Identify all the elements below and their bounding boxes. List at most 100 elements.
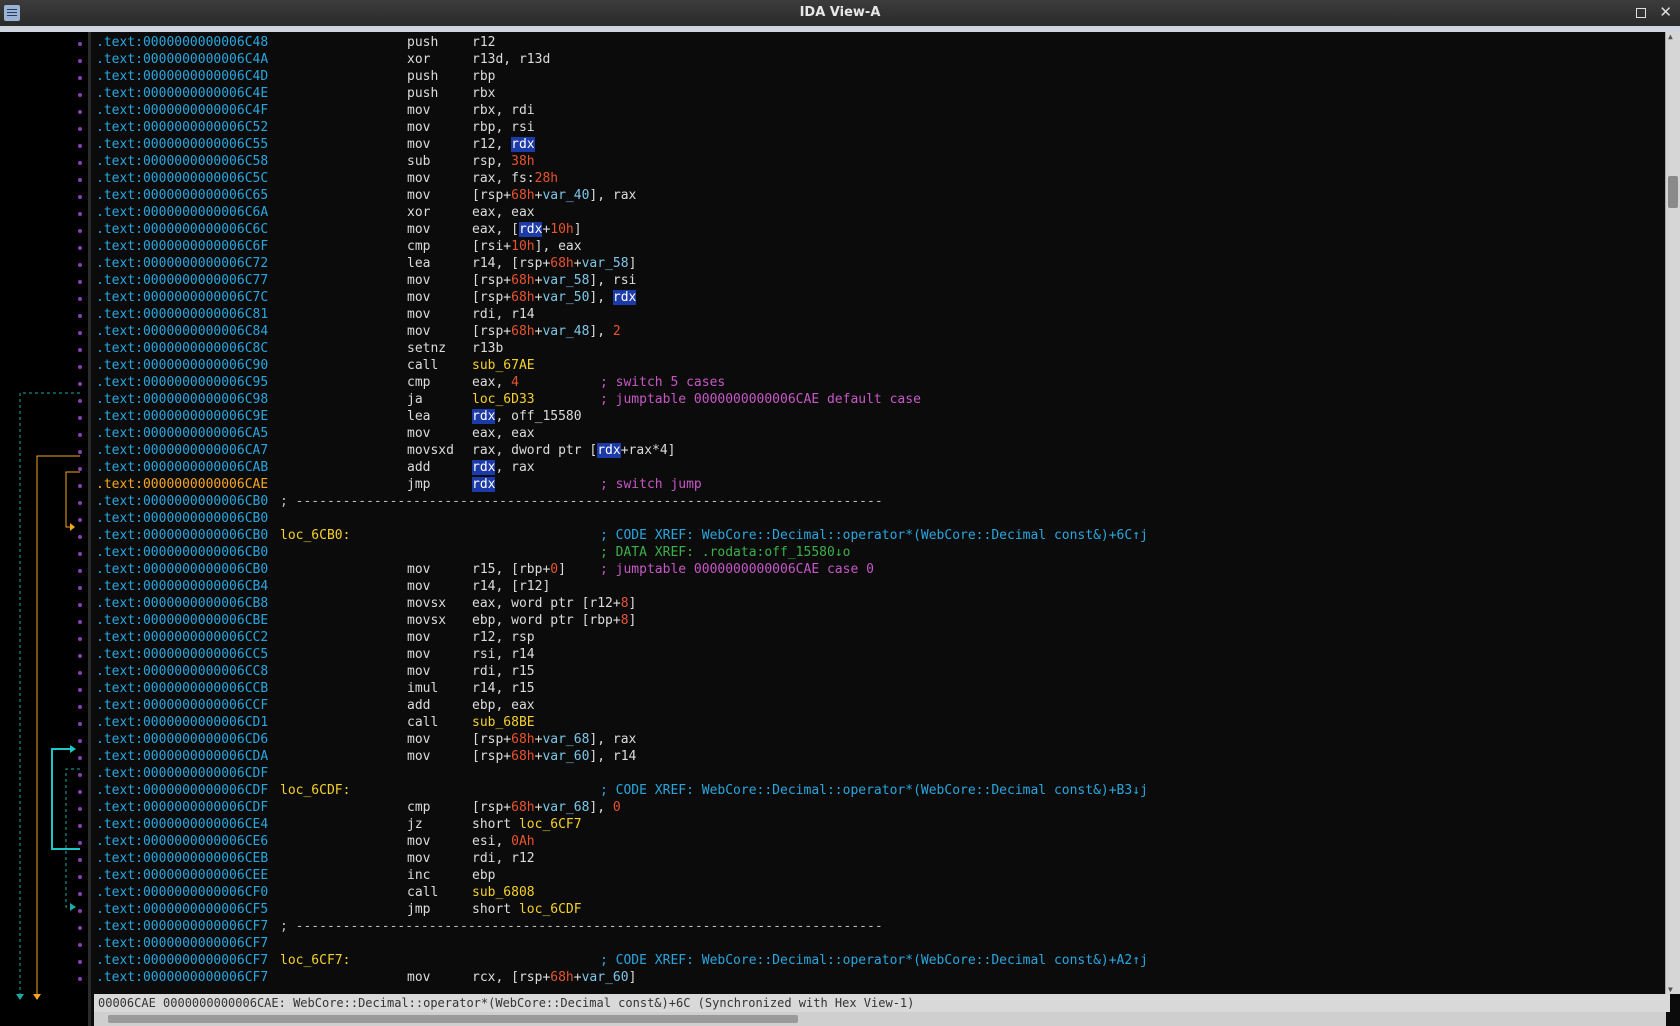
listing-row[interactable]: .text:0000000000006C7C mov [rsp+68h+var_50… (96, 289, 1656, 306)
listing-row[interactable]: .text:0000000000006C81 mov rdi, r14 (96, 306, 1656, 323)
listing-row[interactable]: .text:0000000000006CF7 ; ----------------… (96, 918, 1656, 935)
mnemonic[interactable]: movsx (407, 595, 446, 612)
address[interactable]: .text:0000000000006C4A (96, 51, 268, 68)
mnemonic[interactable]: mov (407, 323, 430, 340)
mnemonic[interactable]: mov (407, 187, 430, 204)
address[interactable]: .text:0000000000006C95 (96, 374, 268, 391)
mnemonic[interactable]: ja (407, 391, 423, 408)
mnemonic[interactable]: cmp (407, 799, 430, 816)
listing-row[interactable]: .text:0000000000006CF0 call sub_6808 (96, 884, 1656, 901)
address[interactable]: .text:0000000000006CA5 (96, 425, 268, 442)
address[interactable]: .text:0000000000006CB0 (96, 527, 268, 544)
listing-row[interactable]: .text:0000000000006CF5 jmp short loc_6CDF (96, 901, 1656, 918)
mnemonic[interactable]: mov (407, 102, 430, 119)
address[interactable]: .text:0000000000006CF7 (96, 935, 268, 952)
address[interactable]: .text:0000000000006CF5 (96, 901, 268, 918)
vertical-scroll-thumb[interactable] (1668, 176, 1678, 208)
address[interactable]: .text:0000000000006CDA (96, 748, 268, 765)
address[interactable]: .text:0000000000006C6C (96, 221, 268, 238)
listing-row[interactable]: .text:0000000000006C6A xor eax, eax (96, 204, 1656, 221)
address[interactable]: .text:0000000000006CC8 (96, 663, 268, 680)
listing-row[interactable]: .text:0000000000006CD6 mov [rsp+68h+var_68… (96, 731, 1656, 748)
scroll-up-icon[interactable]: ▲ (1668, 32, 1673, 41)
address[interactable]: .text:0000000000006CB0 (96, 561, 268, 578)
listing-row[interactable]: .text:0000000000006CDA mov [rsp+68h+var_60… (96, 748, 1656, 765)
listing-row[interactable]: .text:0000000000006CB4 mov r14, [r12] (96, 578, 1656, 595)
mnemonic[interactable]: movsxd (407, 442, 454, 459)
mnemonic[interactable]: movsx (407, 612, 446, 629)
mnemonic[interactable]: mov (407, 748, 430, 765)
mnemonic[interactable]: cmp (407, 238, 430, 255)
address[interactable]: .text:0000000000006CB0 (96, 544, 268, 561)
listing-row[interactable]: .text:0000000000006CB0 (96, 510, 1656, 527)
listing-row[interactable]: .text:0000000000006C95 cmp eax, 4 ; switch … (96, 374, 1656, 391)
address[interactable]: .text:0000000000006CBE (96, 612, 268, 629)
listing-row[interactable]: .text:0000000000006C6F cmp [rsi+10h], eax (96, 238, 1656, 255)
listing-row[interactable]: .text:0000000000006CEE inc ebp (96, 867, 1656, 884)
listing-row[interactable]: .text:0000000000006C4F mov rbx, rdi (96, 102, 1656, 119)
mnemonic[interactable]: mov (407, 850, 430, 867)
listing-row[interactable]: .text:0000000000006C9E lea rdx, off_15580 (96, 408, 1656, 425)
symbol-ref[interactable]: loc_6D33 (472, 392, 535, 407)
highlighted-operand[interactable]: rdx (472, 477, 496, 492)
highlighted-operand[interactable]: rdx (511, 137, 535, 152)
address[interactable]: .text:0000000000006C6A (96, 204, 268, 221)
mnemonic[interactable]: add (407, 459, 430, 476)
address[interactable]: .text:0000000000006CAE (96, 476, 268, 493)
address[interactable]: .text:0000000000006C48 (96, 34, 268, 51)
address[interactable]: .text:0000000000006CEB (96, 850, 268, 867)
code-label[interactable]: loc_6CF7: (280, 952, 350, 969)
address[interactable]: .text:0000000000006CE4 (96, 816, 268, 833)
address[interactable]: .text:0000000000006C5C (96, 170, 268, 187)
mnemonic[interactable]: cmp (407, 374, 430, 391)
address[interactable]: .text:0000000000006CB0 (96, 510, 268, 527)
horizontal-scrollbar[interactable] (94, 1012, 1666, 1026)
horizontal-scroll-thumb[interactable] (108, 1015, 798, 1023)
listing-row[interactable]: .text:0000000000006CAB add rdx, rax (96, 459, 1656, 476)
address[interactable]: .text:0000000000006CB0 (96, 493, 268, 510)
address[interactable]: .text:0000000000006CD6 (96, 731, 268, 748)
listing-row[interactable]: .text:0000000000006CE4 jz short loc_6CF7 (96, 816, 1656, 833)
highlighted-operand[interactable]: rdx (472, 409, 496, 424)
address[interactable]: .text:0000000000006C8C (96, 340, 268, 357)
listing-row[interactable]: .text:0000000000006CC8 mov rdi, r15 (96, 663, 1656, 680)
listing-row[interactable]: .text:0000000000006CB0 ; ----------------… (96, 493, 1656, 510)
address[interactable]: .text:0000000000006C4E (96, 85, 268, 102)
mnemonic[interactable]: mov (407, 663, 430, 680)
mnemonic[interactable]: xor (407, 204, 430, 221)
mnemonic[interactable]: call (407, 357, 438, 374)
close-icon[interactable]: ✕ (1659, 3, 1672, 21)
address[interactable]: .text:0000000000006CF7 (96, 969, 268, 986)
mnemonic[interactable]: mov (407, 833, 430, 850)
mnemonic[interactable]: mov (407, 272, 430, 289)
listing-row[interactable]: .text:0000000000006CCF add ebp, eax (96, 697, 1656, 714)
address[interactable]: .text:0000000000006CF7 (96, 918, 268, 935)
symbol-ref[interactable]: sub_6808 (472, 885, 535, 900)
address[interactable]: .text:0000000000006C7C (96, 289, 268, 306)
highlighted-operand[interactable]: rdx (518, 222, 543, 237)
mnemonic[interactable]: mov (407, 306, 430, 323)
mnemonic[interactable]: call (407, 884, 438, 901)
listing-row[interactable]: .text:0000000000006C55 mov r12, rdx (96, 136, 1656, 153)
mnemonic[interactable]: mov (407, 425, 430, 442)
listing-row[interactable]: .text:0000000000006CD1 call sub_68BE (96, 714, 1656, 731)
listing-row[interactable]: .text:0000000000006CC5 mov rsi, r14 (96, 646, 1656, 663)
address[interactable]: .text:0000000000006CF7 (96, 952, 268, 969)
address[interactable]: .text:0000000000006C58 (96, 153, 268, 170)
listing-row[interactable]: .text:0000000000006CDF cmp [rsp+68h+var_68… (96, 799, 1656, 816)
listing-row[interactable]: .text:0000000000006CC2 mov r12, rsp (96, 629, 1656, 646)
code-label[interactable]: loc_6CDF: (280, 782, 350, 799)
address[interactable]: .text:0000000000006C81 (96, 306, 268, 323)
maximize-icon[interactable] (1636, 8, 1646, 18)
mnemonic[interactable]: mov (407, 646, 430, 663)
address[interactable]: .text:0000000000006CB4 (96, 578, 268, 595)
address[interactable]: .text:0000000000006CAB (96, 459, 268, 476)
address[interactable]: .text:0000000000006C52 (96, 119, 268, 136)
address[interactable]: .text:0000000000006C72 (96, 255, 268, 272)
listing-row[interactable]: .text:0000000000006C90 call sub_67AE (96, 357, 1656, 374)
mnemonic[interactable]: mov (407, 170, 430, 187)
listing-row[interactable]: .text:0000000000006C6C mov eax, [rdx+10h] (96, 221, 1656, 238)
listing-row[interactable]: .text:0000000000006CB0 mov r15, [rbp+0] ; j… (96, 561, 1656, 578)
mnemonic[interactable]: sub (407, 153, 430, 170)
listing-row[interactable]: .text:0000000000006CF7 mov rcx, [rsp+68h+v… (96, 969, 1656, 986)
